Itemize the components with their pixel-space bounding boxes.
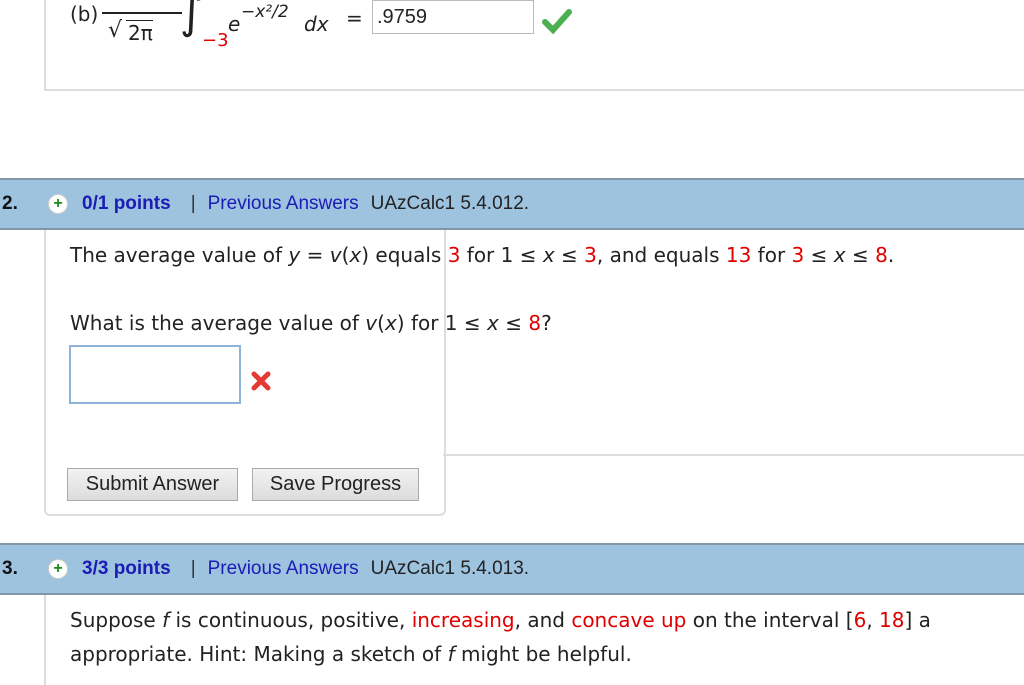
x-mark-icon [251,371,271,391]
highlighted-value: 3 [791,243,805,267]
text-segment: , and equals [596,243,726,267]
text-segment: for 1 ≤ [460,243,543,267]
math-variable: f [447,642,455,666]
math-variable: v [329,243,342,267]
fraction-bar [102,12,182,14]
equals-sign: = [346,6,363,30]
text-segment: is continuous, positive, [169,608,412,632]
text-segment: What is the average value of [70,311,366,335]
text-segment: ] a [904,608,931,632]
question-number: 3. [2,558,18,579]
highlighted-value: 3 [447,243,461,267]
answer-input[interactable] [69,345,241,404]
expand-plus-icon[interactable]: + [48,559,68,579]
math-variable: x [833,243,846,267]
text-segment: , and [514,608,572,632]
highlighted-value: 8 [528,311,542,335]
math-variable: v [365,311,378,335]
math-variable: y [288,243,301,267]
text-segment: appropriate. Hint: Making a sketch of [70,642,448,666]
text-segment: ≤ [498,311,529,335]
text-segment: on the interval [ [686,608,854,632]
text-segment: ≤ [554,243,585,267]
question-2-line2: What is the average value of v(x) for 1 … [70,311,552,335]
text-segment: ≤ [804,243,834,267]
question-code: UAzCalc1 5.4.013. [370,558,530,579]
highlighted-value: 18 [879,608,905,632]
text-segment: for [751,243,792,267]
checkmark-icon [542,9,572,34]
question-2-line1: The average value of y = v(x) equals 3 f… [70,243,894,267]
separator: | [190,193,196,214]
save-progress-button[interactable]: Save Progress [252,468,419,501]
math-variable: x [384,311,397,335]
sqrt-icon: √ [108,18,123,43]
highlighted-value: increasing [411,608,515,632]
separator: | [190,558,196,579]
divider [443,454,1024,456]
fraction-numerator: 1 [120,0,131,3]
integrand-exponent: −x²/2 [241,2,289,22]
highlighted-value: 3 [584,243,597,267]
text-segment: ( [377,311,385,335]
text-segment: The average value of [70,243,289,267]
expand-plus-icon[interactable]: + [48,194,68,214]
text-segment: . [887,243,895,267]
part-label: (b) [70,2,99,26]
integral-sign-icon: ∫ [180,0,203,39]
question-2-header: 2. + 0/1 points | Previous Answers UAzCa… [0,178,1024,230]
question-number: 2. [2,193,18,214]
text-segment: ) for 1 ≤ [396,311,487,335]
integral-lower-limit: −3 [202,30,229,51]
highlighted-value: 13 [725,243,752,267]
highlighted-value: 6 [853,608,867,632]
points-link[interactable]: 0/1 points [82,193,171,215]
fraction-denominator: 2π [126,20,153,45]
text-segment: Suppose [70,608,163,632]
part-b-answer-field[interactable]: .9759 [372,0,534,34]
text-segment: might be helpful. [454,642,632,666]
highlighted-value: concave up [571,608,687,632]
submit-answer-button[interactable]: Submit Answer [67,468,238,501]
previous-answers-link[interactable]: Previous Answers [208,193,359,215]
highlighted-value: 8 [875,243,888,267]
integrand-base: e [228,12,241,36]
math-variable: x [487,311,499,335]
math-variable: x [349,243,362,267]
question-3-panel [44,595,46,685]
question-code: UAzCalc1 5.4.012. [370,193,530,214]
question-3-header: 3. + 3/3 points | Previous Answers UAzCa… [0,543,1024,595]
text-segment: , [866,608,880,632]
text-segment: = [300,243,330,267]
text-segment: ? [541,311,552,335]
math-variable: x [542,243,555,267]
question-3-line1: Suppose f is continuous, positive, incre… [70,608,931,632]
points-link[interactable]: 3/3 points [82,558,171,580]
text-segment: ≤ [845,243,876,267]
question-3-line2: appropriate. Hint: Making a sketch of f … [70,642,632,666]
text-segment: ) equals [361,243,448,267]
previous-answers-link[interactable]: Previous Answers [208,558,359,580]
differential: dx [304,12,329,36]
